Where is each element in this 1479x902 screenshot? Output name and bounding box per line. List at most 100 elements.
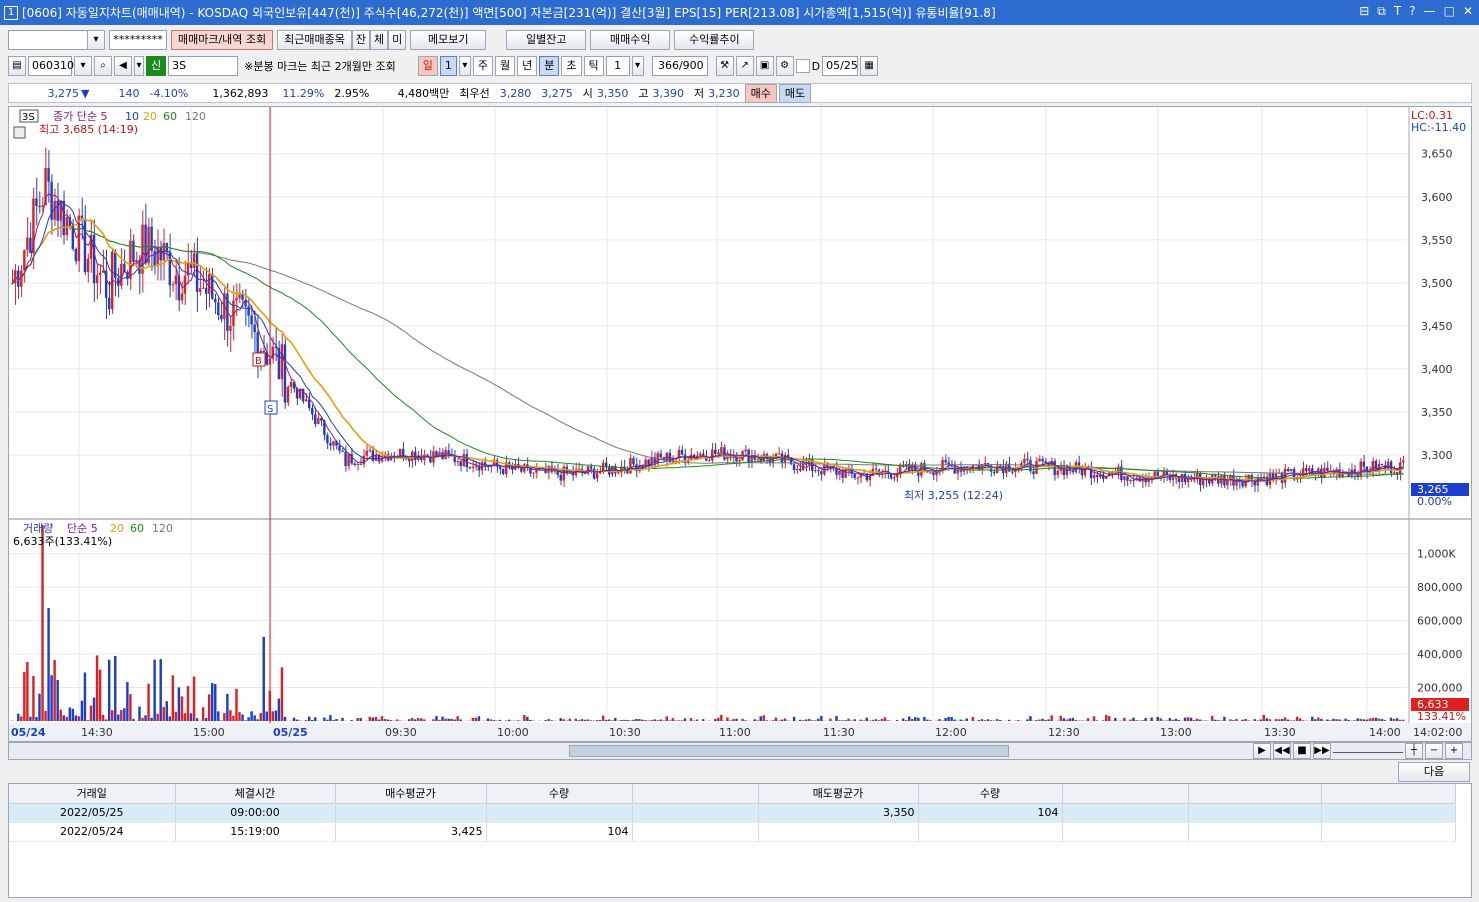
price-volume-chart[interactable]: 3S 종가 단순 5 10 20 60 120 최고 3,685 (14:19)… [9, 107, 1471, 741]
time-tick-label: 14:30 [81, 726, 113, 739]
rewind-icon[interactable]: ◀◀ [1273, 743, 1291, 759]
tab-week[interactable]: 주 [472, 56, 494, 76]
recent-trades-button[interactable]: 최근매매종목 [277, 30, 352, 50]
code-dropdown-icon[interactable]: ▾ [74, 56, 92, 76]
grid-toggle-icon[interactable] [13, 126, 26, 139]
forward-icon[interactable]: ▶▶ [1313, 743, 1331, 759]
volume-bar [283, 716, 287, 721]
bar-count-input[interactable]: 366/900 [651, 56, 708, 76]
candle-body [1208, 480, 1211, 484]
chart-scrollbar[interactable]: ▶ ◀◀ ■ ▶▶ ┼ − + [8, 742, 1472, 760]
tab-minute[interactable]: 분 [539, 56, 560, 76]
candle-body [23, 250, 26, 271]
stock-list-icon[interactable]: ▤ [8, 56, 26, 76]
settings-icon[interactable]: ⚙ [775, 56, 794, 76]
candle-body [132, 240, 135, 263]
date-checkbox[interactable] [795, 59, 810, 73]
return-trend-button[interactable]: 수익률추이 [674, 30, 755, 50]
account-input[interactable] [8, 30, 88, 50]
candle-body [874, 468, 878, 470]
interval-input[interactable]: 1 [605, 56, 630, 76]
sell-button[interactable]: 매도 [778, 83, 812, 103]
play-icon[interactable]: ▶ [1253, 743, 1271, 759]
interval-dropdown-icon[interactable]: ▾ [631, 56, 644, 76]
tab-day[interactable]: 일 [417, 56, 438, 76]
tab-tick[interactable]: 틱 [583, 56, 604, 76]
zoom-out-icon[interactable]: − [1425, 743, 1443, 759]
tab-second[interactable]: 초 [561, 56, 582, 76]
tab-month[interactable]: 월 [495, 56, 516, 76]
save-icon[interactable]: ▣ [755, 56, 774, 76]
volume-bar [862, 720, 865, 721]
candle-body [792, 464, 796, 471]
volume-bar [1277, 719, 1281, 721]
candle-body [929, 472, 932, 474]
tab-year[interactable]: 년 [517, 56, 538, 76]
balance-button[interactable]: 잔 [351, 30, 371, 50]
volume-bar [386, 719, 390, 721]
volume-bar [762, 715, 765, 721]
next-button[interactable]: 다음 [1398, 762, 1470, 782]
buy-mark[interactable]: B [252, 352, 266, 367]
daily-balance-button[interactable]: 일별잔고 [506, 30, 587, 50]
maximize-icon[interactable]: □ [1444, 4, 1455, 19]
candle-body [698, 453, 702, 456]
day-count-dropdown-icon[interactable]: ▾ [458, 56, 471, 76]
restore-icon[interactable]: ⧉ [1377, 4, 1386, 19]
search-icon[interactable]: ⌕ [94, 56, 112, 76]
table-row[interactable]: 2022/05/25 09:00:00 3,350 104 [9, 803, 1456, 823]
trade-mark-query-button[interactable]: 매매마크/내역 조회 [171, 30, 274, 50]
zoom-slider[interactable] [1333, 743, 1403, 753]
crosshair-icon[interactable]: ┼ [1405, 743, 1423, 759]
turnover-rate: 2.95% [334, 86, 370, 100]
trade-profit-button[interactable]: 매매수익 [590, 30, 671, 50]
buy-button[interactable]: 매수 [744, 83, 777, 103]
font-icon[interactable]: T [1394, 4, 1401, 19]
tab-day-count[interactable]: 1 [439, 56, 457, 76]
volume-bar [1389, 717, 1393, 721]
stock-code-input[interactable]: 060310 [28, 56, 74, 76]
minimize-icon[interactable]: — [1424, 4, 1436, 19]
sound-icon[interactable]: ◀ [114, 56, 132, 76]
volume-bar [877, 720, 881, 721]
ma-5-line [12, 192, 1404, 484]
filled-button[interactable]: 체 [370, 30, 389, 50]
candle-body [720, 447, 723, 453]
volume-bar [489, 719, 493, 721]
app-window: 1 [0606] 자동일지차트(매매내역) - KOSDAQ 외국인보유[447… [0, 0, 1479, 902]
volume-bar [174, 711, 178, 721]
col-sell-avg: 매도평균가 [758, 784, 919, 804]
volume-bar [111, 710, 114, 721]
volume-bar [814, 720, 817, 721]
drawing-icon[interactable]: ↗ [735, 56, 754, 76]
candle-body [359, 463, 362, 465]
sell-mark[interactable]: S [264, 400, 278, 415]
chart-area[interactable]: 3S 종가 단순 5 10 20 60 120 최고 3,685 (14:19)… [8, 106, 1472, 742]
calendar-icon[interactable]: ▦ [860, 56, 879, 76]
volume-bar [986, 719, 990, 721]
scroll-thumb[interactable] [569, 745, 1009, 757]
help-icon[interactable]: ? [1409, 4, 1415, 19]
volume-bar [883, 717, 887, 721]
candle-body [447, 450, 450, 454]
layout-icon[interactable]: ⊟ [1359, 4, 1369, 19]
candle-body [1214, 474, 1217, 477]
volume-bar [1274, 719, 1278, 721]
indicator-icon[interactable]: ⚒ [715, 56, 734, 76]
date-input[interactable]: 05/25 [822, 56, 859, 76]
unfilled-button[interactable]: 미 [388, 30, 407, 50]
volume-bar [959, 719, 962, 721]
close-icon[interactable]: ✕ [1463, 4, 1473, 19]
stop-icon[interactable]: ■ [1293, 743, 1311, 759]
memo-button[interactable]: 메모보기 [410, 30, 487, 50]
password-input[interactable]: ********* [109, 30, 167, 50]
volume-bar [335, 719, 338, 721]
volume-bar [1347, 719, 1350, 721]
volume-bar [29, 716, 32, 721]
account-dropdown-icon[interactable]: ▾ [87, 30, 105, 50]
col-buy-avg: 매수평균가 [335, 784, 487, 804]
volume-bar [1177, 719, 1181, 721]
zoom-in-icon[interactable]: + [1445, 743, 1463, 759]
table-row[interactable]: 2022/05/24 15:19:00 3,425 104 [9, 822, 1456, 842]
sound-dropdown-icon[interactable]: ▾ [134, 56, 144, 76]
